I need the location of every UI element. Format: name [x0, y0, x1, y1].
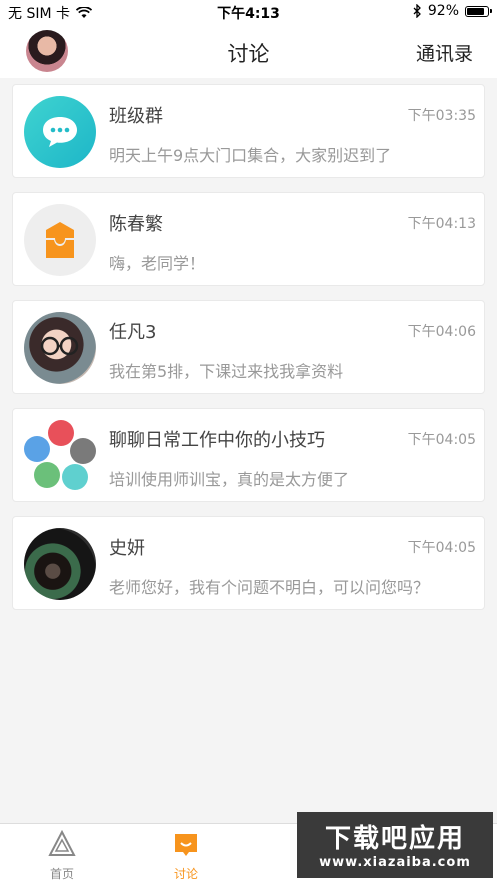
home-triangle-icon [48, 829, 76, 856]
chat-bubble-icon [24, 96, 96, 168]
tab-home-label: 首页 [49, 867, 74, 881]
conversation-preview: 明天上午9点大门口集合，大家别迟到了 [109, 146, 392, 165]
battery-percent: 92% [427, 3, 459, 19]
battery-level [467, 7, 485, 15]
conversation-name: 陈春繁 [109, 214, 163, 235]
bluetooth-icon [413, 4, 421, 18]
member-avatar [48, 420, 74, 446]
conversation-preview: 老师您好，我有个问题不明白，可以问您吗？ [109, 578, 430, 597]
contacts-button[interactable]: 通讯录 [416, 39, 473, 66]
conversation-item[interactable]: 聊聊日常工作中你的小技巧 下午04:05 培训使用师训宝，真的是太方便了 [12, 408, 485, 502]
contact-photo [24, 528, 96, 600]
discussion-icon [175, 834, 197, 856]
watermark-logo: 下载吧应用 www.xiazaiba.com [297, 812, 493, 878]
member-avatar [34, 462, 60, 488]
tab-bar: 首页 讨论 下载吧应用 www.xiazaiba.com [0, 812, 497, 884]
battery-icon [465, 5, 492, 17]
conversation-time: 下午03:35 [407, 108, 476, 124]
watermark-sub: www.xiazaiba.com [319, 855, 471, 870]
conversation-item[interactable]: 班级群 下午03:35 明天上午9点大门口集合，大家别迟到了 [12, 84, 485, 178]
conversation-name: 史妍 [109, 538, 145, 559]
watermark-main: 下载吧应用 [324, 824, 465, 854]
conversation-name: 聊聊日常工作中你的小技巧 [109, 430, 325, 451]
member-avatar [24, 436, 50, 462]
conversation-list: 班级群 下午03:35 明天上午9点大门口集合，大家别迟到了 陈春繁 下午04:… [12, 84, 485, 624]
conversation-item[interactable]: 史妍 下午04:05 老师您好，我有个问题不明白，可以问您吗？ [12, 516, 485, 610]
conversation-preview: 培训使用师训宝，真的是太方便了 [109, 470, 350, 489]
conversation-time: 下午04:05 [407, 540, 476, 556]
conversation-time: 下午04:13 [407, 216, 476, 232]
tab-discussion[interactable]: 讨论 [146, 830, 226, 882]
conversation-item[interactable]: 任凡3 下午04:06 我在第5排，下课过来找我拿资料 [12, 300, 485, 394]
member-avatar [62, 464, 88, 490]
contact-photo [24, 312, 96, 384]
tab-home[interactable]: 首页 [22, 829, 102, 882]
default-avatar-icon [24, 204, 96, 276]
conversation-time: 下午04:05 [407, 432, 476, 448]
status-right: 92% [413, 3, 492, 19]
group-members-avatar [24, 420, 96, 492]
conversation-preview: 嗨，老同学！ [109, 254, 206, 273]
nav-bar: 讨论 通讯录 [0, 24, 497, 78]
conversation-item[interactable]: 陈春繁 下午04:13 嗨，老同学！ [12, 192, 485, 286]
tab-discussion-label: 讨论 [173, 867, 198, 881]
member-avatar [70, 438, 96, 464]
conversation-time: 下午04:06 [407, 324, 476, 340]
conversation-name: 任凡3 [109, 322, 157, 343]
status-bar: 无 SIM 卡 下午4:13 92% [0, 0, 497, 24]
conversation-name: 班级群 [109, 106, 163, 127]
conversation-preview: 我在第5排，下课过来找我拿资料 [109, 362, 344, 381]
